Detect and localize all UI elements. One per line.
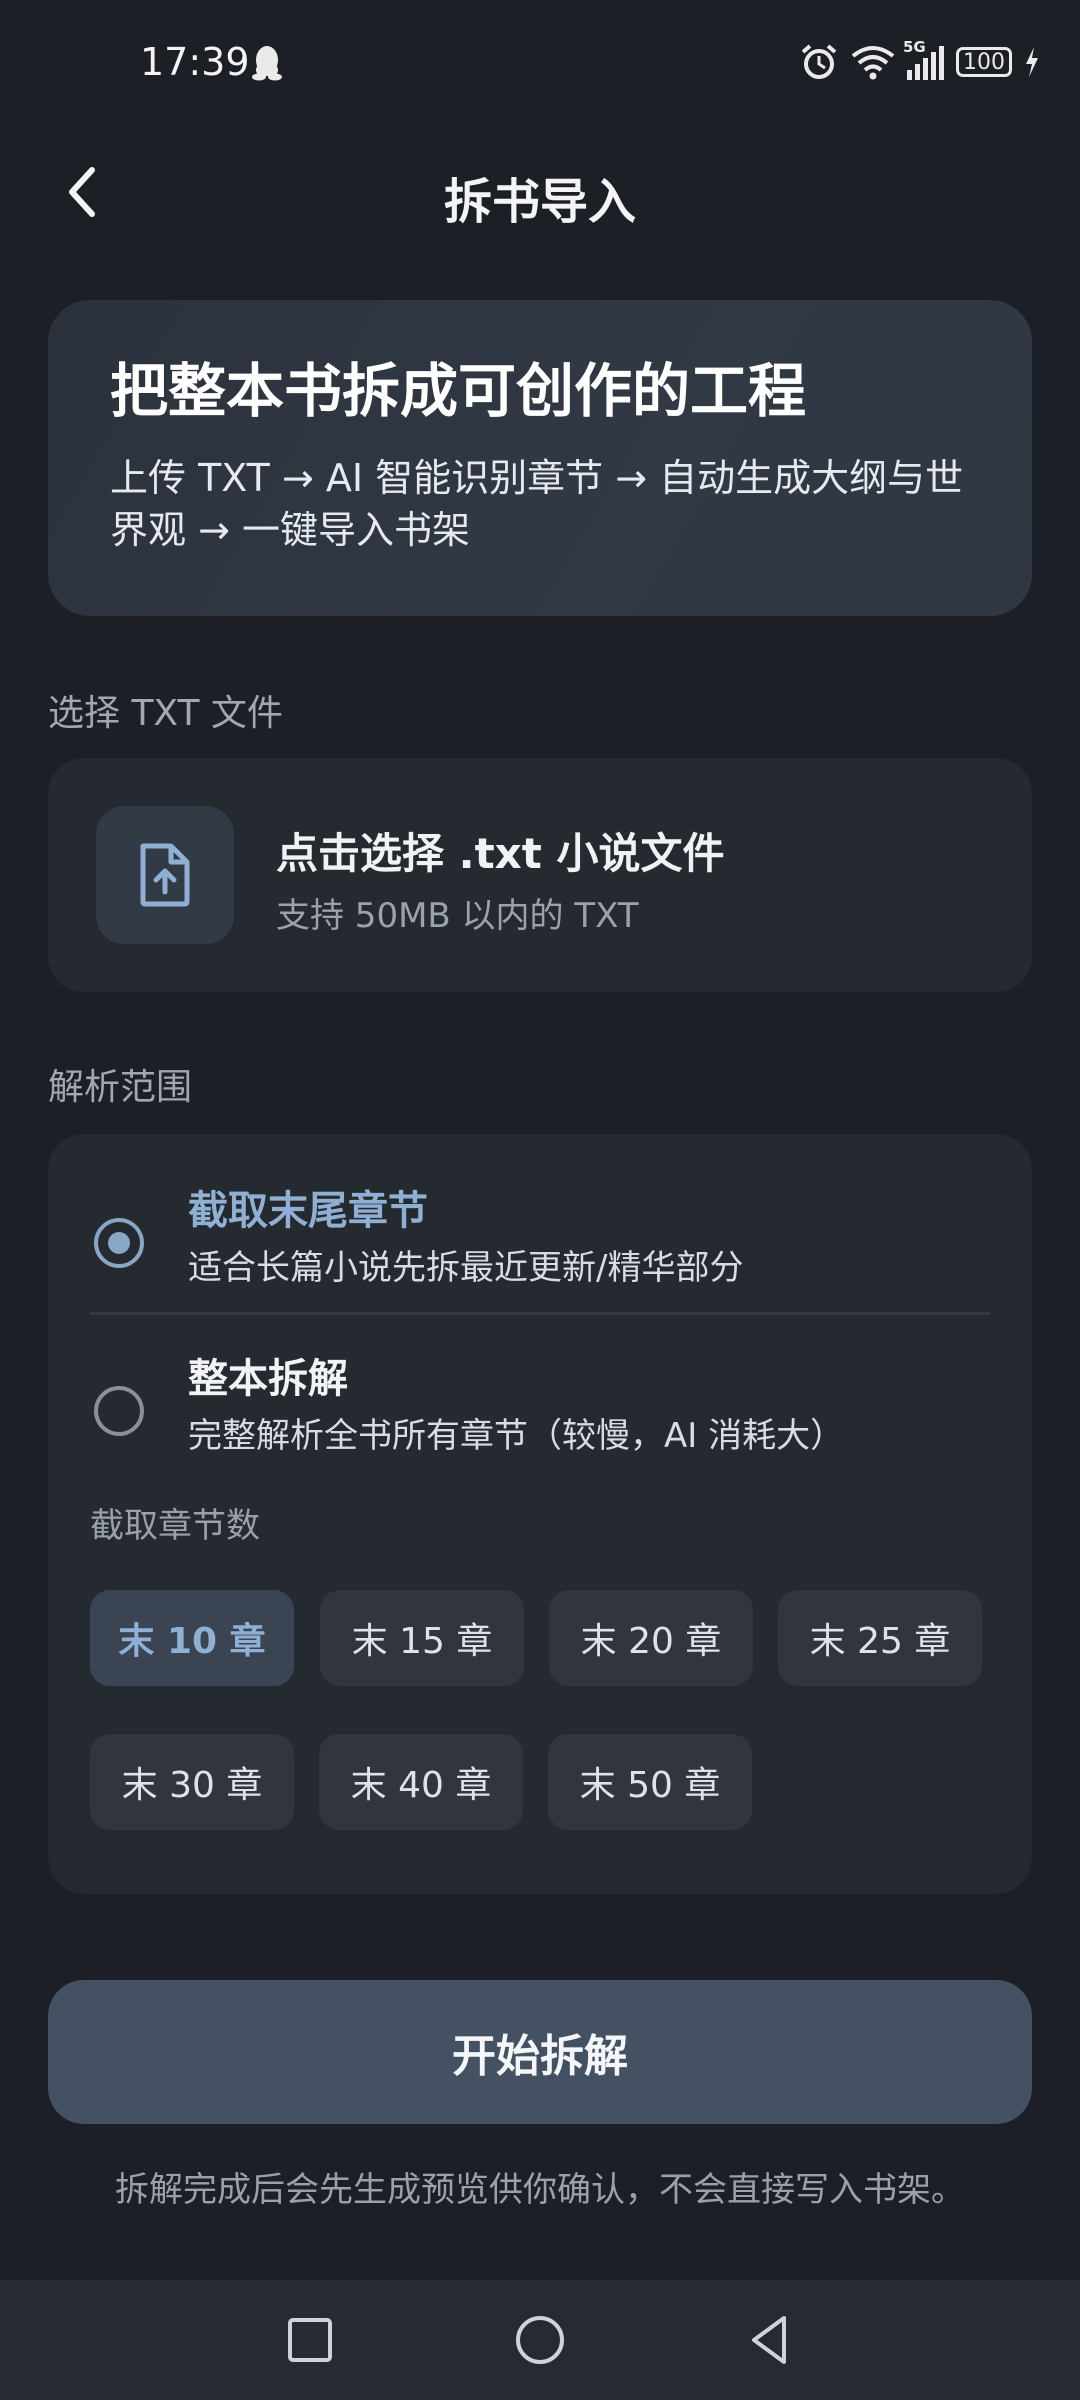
chip-last-40[interactable]: 末 40 章 <box>319 1734 523 1830</box>
option-title: 截取末尾章节 <box>188 1188 428 1234</box>
option-desc: 完整解析全书所有章节（较慢，AI 消耗大） <box>188 1416 845 1456</box>
signal-icon: 5G <box>903 38 944 80</box>
battery-level: 100 <box>963 49 1005 75</box>
alarm-icon <box>801 44 837 79</box>
start-button[interactable]: 开始拆解 <box>48 1980 1032 2124</box>
file-picker-subtitle: 支持 50MB 以内的 TXT <box>276 896 639 936</box>
radio-unselected-icon[interactable] <box>94 1386 144 1436</box>
qq-icon <box>252 46 282 81</box>
divider <box>90 1312 990 1315</box>
range-card: 截取末尾章节 适合长篇小说先拆最近更新/精华部分 整本拆解 完整解析全书所有章节… <box>48 1134 1032 1894</box>
status-bar: 17:39 5G 100 <box>0 0 1080 130</box>
file-section-label: 选择 TXT 文件 <box>48 693 283 734</box>
network-type: 5G <box>903 38 926 56</box>
charging-icon <box>1026 47 1038 77</box>
file-icon-box <box>96 806 234 944</box>
hero-card: 把整本书拆成可创作的工程 上传 TXT → AI 智能识别章节 → 自动生成大纲… <box>48 300 1032 616</box>
battery-icon: 100 <box>956 47 1012 77</box>
hero-description: 上传 TXT → AI 智能识别章节 → 自动生成大纲与世界观 → 一键导入书架 <box>110 455 964 552</box>
header: 拆书导入 <box>0 140 1080 250</box>
option-whole-book[interactable]: 整本拆解 完整解析全书所有章节（较慢，AI 消耗大） <box>48 1346 1032 1486</box>
home-circle-icon[interactable] <box>510 2310 570 2370</box>
chip-last-10[interactable]: 末 10 章 <box>90 1590 294 1686</box>
file-picker-card[interactable]: 点击选择 .txt 小说文件 支持 50MB 以内的 TXT <box>48 758 1032 992</box>
chip-last-50[interactable]: 末 50 章 <box>548 1734 752 1830</box>
radio-selected-icon[interactable] <box>94 1218 144 1268</box>
hero-title: 把整本书拆成可创作的工程 <box>110 357 807 425</box>
system-nav-bar <box>0 2280 1080 2400</box>
status-time: 17:39 <box>140 40 250 84</box>
option-tail-chapters[interactable]: 截取末尾章节 适合长篇小说先拆最近更新/精华部分 <box>48 1178 1032 1318</box>
chip-last-30[interactable]: 末 30 章 <box>90 1734 294 1830</box>
file-picker-title: 点击选择 .txt 小说文件 <box>276 829 725 878</box>
back-triangle-icon[interactable] <box>740 2310 800 2370</box>
chip-last-20[interactable]: 末 20 章 <box>549 1590 753 1686</box>
file-upload-icon <box>140 843 190 907</box>
page-title: 拆书导入 <box>443 174 636 230</box>
chip-last-25[interactable]: 末 25 章 <box>778 1590 982 1686</box>
chapter-count-label: 截取章节数 <box>90 1506 260 1546</box>
range-section-label: 解析范围 <box>48 1067 193 1108</box>
option-desc: 适合长篇小说先拆最近更新/精华部分 <box>188 1248 744 1288</box>
chip-last-15[interactable]: 末 15 章 <box>320 1590 524 1686</box>
option-title: 整本拆解 <box>188 1356 348 1402</box>
wifi-icon <box>851 46 895 80</box>
recents-square-icon[interactable] <box>280 2310 340 2370</box>
footer-note: 拆解完成后会先生成预览供你确认，不会直接写入书架。 <box>115 2170 965 2210</box>
